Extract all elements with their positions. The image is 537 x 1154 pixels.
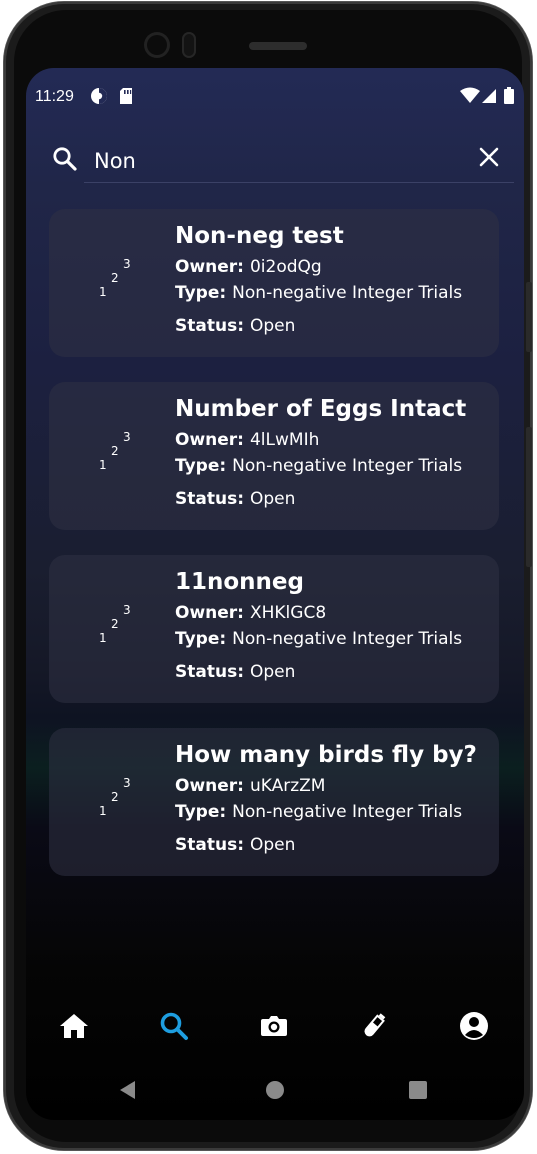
back-icon[interactable] <box>118 1080 138 1105</box>
search-input[interactable] <box>92 144 396 178</box>
search-bar <box>26 138 524 186</box>
result-card[interactable]: 1 2 3 How many birds fly by? Owner: uKArz… <box>49 728 499 876</box>
card-owner: Owner: uKArzZM <box>175 776 326 796</box>
camera-icon[interactable] <box>254 1006 294 1046</box>
volume-button <box>526 427 532 567</box>
account-icon[interactable] <box>454 1006 494 1046</box>
sensor <box>182 32 196 58</box>
home-button-icon[interactable] <box>265 1080 285 1105</box>
home-icon[interactable] <box>54 1006 94 1046</box>
card-type: Type: Non-negative Integer Trials <box>175 283 463 303</box>
test-tube-icon[interactable] <box>354 1006 394 1046</box>
front-camera <box>144 32 170 58</box>
card-status: Status: Open <box>175 316 296 336</box>
card-title: 11nonneg <box>175 569 304 595</box>
card-status: Status: Open <box>175 662 296 682</box>
123-icon: 1 2 3 <box>99 603 131 645</box>
card-owner: Owner: 4lLwMIh <box>175 430 320 450</box>
123-icon: 1 2 3 <box>99 430 131 472</box>
system-navigation <box>26 1068 524 1112</box>
recents-icon[interactable] <box>408 1080 428 1105</box>
power-button <box>526 282 532 352</box>
result-card[interactable]: 1 2 3 Non-neg test Owner: 0i2odQg Type: No… <box>49 209 499 357</box>
card-title: How many birds fly by? <box>175 742 477 768</box>
sd-card-icon <box>119 87 133 110</box>
card-owner: Owner: 0i2odQg <box>175 257 322 277</box>
result-card[interactable]: 1 2 3 11nonneg Owner: XHKlGC8 Type: Non-ne… <box>49 555 499 703</box>
card-type: Type: Non-negative Integer Trials <box>175 629 463 649</box>
123-icon: 1 2 3 <box>99 776 131 818</box>
card-title: Non-neg test <box>175 223 344 249</box>
search-underline <box>84 182 514 183</box>
card-title: Number of Eggs Intact <box>175 396 467 422</box>
search-icon[interactable] <box>52 146 78 177</box>
bottom-navigation <box>26 998 524 1058</box>
card-status: Status: Open <box>175 835 296 855</box>
clear-search-icon[interactable] <box>478 146 500 173</box>
earpiece-speaker <box>249 42 307 50</box>
123-icon: 1 2 3 <box>99 257 131 299</box>
status-bar: 11:29 <box>26 68 524 126</box>
battery-icon <box>504 87 514 110</box>
card-owner: Owner: XHKlGC8 <box>175 603 327 623</box>
app-screen: 11:29 1 2 3 Non-neg test <box>26 68 524 1120</box>
wifi-icon <box>460 87 480 110</box>
data-saver-icon <box>90 87 108 110</box>
card-type: Type: Non-negative Integer Trials <box>175 456 463 476</box>
result-card[interactable]: 1 2 3 Number of Eggs Intact Owner: 4lLwMI… <box>49 382 499 530</box>
card-type: Type: Non-negative Integer Trials <box>175 802 463 822</box>
status-time: 11:29 <box>35 88 74 105</box>
search-icon[interactable] <box>154 1006 194 1046</box>
card-status: Status: Open <box>175 489 296 509</box>
cell-signal-icon <box>481 87 497 110</box>
